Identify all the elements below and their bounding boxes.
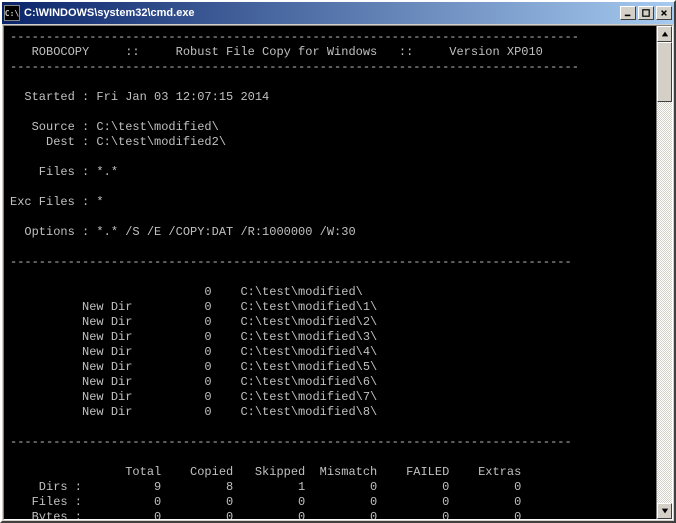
window-title: C:\WINDOWS\system32\cmd.exe — [24, 7, 620, 19]
scroll-down-button[interactable] — [657, 503, 672, 519]
cmd-window: C:\ C:\WINDOWS\system32\cmd.exe --------… — [0, 0, 676, 523]
client-area: ----------------------------------------… — [3, 25, 673, 520]
app-icon: C:\ — [4, 5, 20, 21]
console-output[interactable]: ----------------------------------------… — [4, 26, 656, 519]
scroll-up-button[interactable] — [657, 26, 672, 42]
close-button[interactable] — [656, 6, 672, 20]
titlebar[interactable]: C:\ C:\WINDOWS\system32\cmd.exe — [2, 2, 674, 24]
vertical-scrollbar[interactable] — [656, 26, 672, 519]
scroll-thumb[interactable] — [657, 42, 672, 102]
scroll-track[interactable] — [657, 42, 672, 503]
minimize-button[interactable] — [620, 6, 636, 20]
app-icon-glyph: C:\ — [5, 9, 19, 18]
titlebar-buttons — [620, 6, 672, 20]
maximize-button[interactable] — [638, 6, 654, 20]
